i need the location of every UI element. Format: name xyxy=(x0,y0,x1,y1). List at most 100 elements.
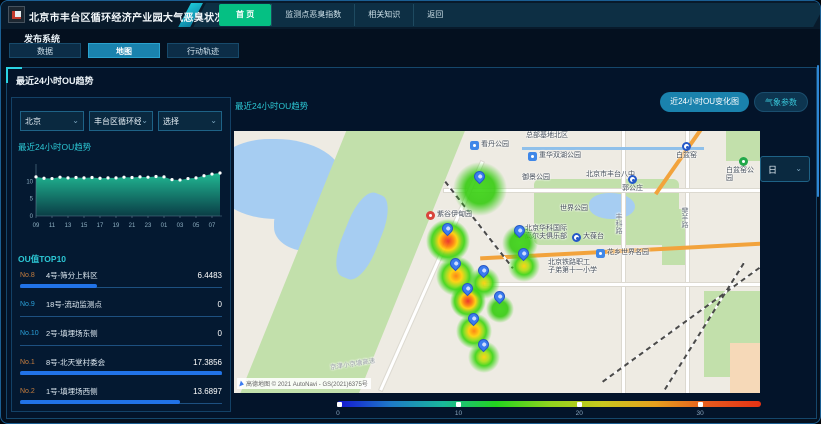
map-label-text: 郭公庄 xyxy=(622,185,643,193)
chevron-down-icon: ⌄ xyxy=(210,117,217,125)
ou-trend-chart: 0510091113151719212301030507 xyxy=(20,154,224,230)
ou-value: 13.6897 xyxy=(193,387,222,396)
ou-rank-row[interactable]: No.21号-填埋场西侧13.6897 xyxy=(20,381,222,410)
city-select[interactable]: 北京 ⌄ xyxy=(20,111,84,131)
ou-rank-row[interactable]: No.84号-筛分上料区6.4483 xyxy=(20,265,222,294)
map-label-text: 大葆台 xyxy=(583,233,604,241)
ou-rank-row[interactable]: No.102号-填埋场东侧0 xyxy=(20,323,222,352)
svg-text:11: 11 xyxy=(49,223,56,229)
svg-text:21: 21 xyxy=(129,223,136,229)
svg-text:5: 5 xyxy=(30,197,34,203)
ou-value: 0 xyxy=(218,329,222,338)
map-road xyxy=(484,283,760,286)
map-label: 总部基地北区 xyxy=(526,132,568,140)
ou-value: 0 xyxy=(218,300,222,309)
bar-track xyxy=(20,400,222,404)
map-label-text: 重华双湖公园 xyxy=(539,152,581,160)
main-nav: 首 页 监测点恶臭指数 相关知识 返回 xyxy=(219,4,456,26)
nav-item-odor-index[interactable]: 监测点恶臭指数 xyxy=(271,4,354,26)
svg-text:15: 15 xyxy=(81,223,88,229)
legend-tick-label: 10 xyxy=(455,410,462,417)
nav-item-knowledge[interactable]: 相关知识 xyxy=(354,4,413,26)
map-canvas[interactable]: 高德地图 © 2021 AutoNavi - GS(2021)6375号 看丹公… xyxy=(234,131,760,393)
legend-tick xyxy=(577,402,582,407)
city-select-value: 北京 xyxy=(25,116,41,127)
map-poi-area xyxy=(730,343,760,393)
map-water xyxy=(589,193,635,219)
tab-track[interactable]: 行动轨迹 xyxy=(167,43,239,58)
svg-text:10: 10 xyxy=(26,179,33,185)
tab-data[interactable]: 数据 xyxy=(9,43,81,58)
legend-tick xyxy=(698,402,703,407)
bar-track xyxy=(20,371,222,375)
svg-text:01: 01 xyxy=(161,223,168,229)
map-label-text: 丰科路 xyxy=(614,213,622,234)
ou-rank-row[interactable]: No.18号-北天堂村委会17.3856 xyxy=(20,352,222,381)
left-sidebar: 北京 ⌄ 丰台区循环经济产 ⌄ 选择 ⌄ 最近24小时OU趋势 0 5 10 09 11… xyxy=(11,97,231,412)
map-label: 白盆窑 xyxy=(676,142,697,160)
map-attribution: 高德地图 © 2021 AutoNavi - GS(2021)6375号 xyxy=(237,378,371,389)
legend-tick xyxy=(456,402,461,407)
svg-text:13: 13 xyxy=(65,223,72,229)
metro-station-icon xyxy=(572,233,581,242)
map-label-text: 樊羊路 xyxy=(680,207,688,228)
ou-change-map-button[interactable]: 近24小时OU变化图 xyxy=(660,92,749,112)
map-label: 北京铁路职工 子弟第十一小学 xyxy=(548,259,597,275)
view-tabs: 数据 地图 行动轨迹 xyxy=(9,43,239,58)
nav-item-back[interactable]: 返回 xyxy=(413,4,456,26)
site-name: 8号-北天堂村委会 xyxy=(46,357,193,368)
svg-text:0: 0 xyxy=(30,214,34,220)
rank-label: No.10 xyxy=(20,330,46,337)
site-name: 4号-筛分上料区 xyxy=(46,270,198,281)
rank-label: No.9 xyxy=(20,301,46,308)
svg-text:03: 03 xyxy=(177,223,184,229)
bar-fill xyxy=(20,400,180,404)
bar-fill xyxy=(20,284,97,288)
bar-track xyxy=(20,313,222,317)
poi-icon xyxy=(596,249,605,258)
metro-station-icon xyxy=(628,175,637,184)
tab-map[interactable]: 地图 xyxy=(88,43,160,58)
time-select-value: 日 xyxy=(768,163,777,176)
scrollbar[interactable] xyxy=(817,65,819,197)
rank-label: No.2 xyxy=(20,388,46,395)
map-label-text: 御景公园 xyxy=(522,174,550,182)
app-title: 北京市丰台区循环经济产业园大气恶臭状况实时 xyxy=(29,9,245,24)
chevron-down-icon: ⌄ xyxy=(141,117,148,125)
nav-item-home[interactable]: 首 页 xyxy=(219,4,271,26)
site-name: 1号-填埋场西侧 xyxy=(46,386,193,397)
site-name: 2号-填埋场东侧 xyxy=(46,328,218,339)
panel-title: 最近24小时OU趋势 xyxy=(16,74,94,87)
svg-text:19: 19 xyxy=(113,223,120,229)
site-select[interactable]: 选择 ⌄ xyxy=(158,111,222,131)
trend-chart-title: 最近24小时OU趋势 xyxy=(18,141,91,153)
map-label-text: 总部基地北区 xyxy=(526,132,568,140)
map-label: 白盆窑公园 xyxy=(726,157,760,183)
poi-icon xyxy=(739,157,748,166)
svg-text:09: 09 xyxy=(33,223,40,229)
chevron-down-icon: ⌄ xyxy=(72,117,79,125)
rank-label: No.1 xyxy=(20,359,46,366)
filter-row: 北京 ⌄ 丰台区循环经济产 ⌄ 选择 ⌄ xyxy=(20,111,222,131)
map-label-text: 北京铁路职工 子弟第十一小学 xyxy=(548,259,597,275)
time-granularity-select[interactable]: 日 ⌄ xyxy=(760,156,810,182)
ou-top-list-title: OU值TOP10 xyxy=(18,253,66,265)
main-panel: 最近24小时OU趋势 北京 ⌄ 丰台区循环经济产 ⌄ 选择 ⌄ 最近24小时OU… xyxy=(6,67,817,419)
chevron-down-icon: ⌄ xyxy=(795,165,802,173)
weather-params-button[interactable]: 气象参数 xyxy=(754,92,808,112)
bar-track xyxy=(20,284,222,288)
site-name: 18号-流动监测点 xyxy=(46,299,218,310)
park-select[interactable]: 丰台区循环经济产 ⌄ xyxy=(89,111,153,131)
rank-label: No.8 xyxy=(20,272,46,279)
map-section-title: 最近24小时OU趋势 xyxy=(235,100,308,112)
site-select-value: 选择 xyxy=(163,116,179,127)
ou-rank-row[interactable]: No.918号-流动监测点0 xyxy=(20,294,222,323)
metro-station-icon xyxy=(682,142,691,151)
svg-text:23: 23 xyxy=(145,223,152,229)
map-label-text: 花乡世界名园 xyxy=(607,249,649,257)
map-label: 丰科路 xyxy=(614,213,622,234)
app-logo-icon xyxy=(8,6,25,23)
svg-text:07: 07 xyxy=(209,223,216,229)
map-label: 樊羊路 xyxy=(680,207,688,228)
map-label-text: 看丹公园 xyxy=(481,141,509,149)
